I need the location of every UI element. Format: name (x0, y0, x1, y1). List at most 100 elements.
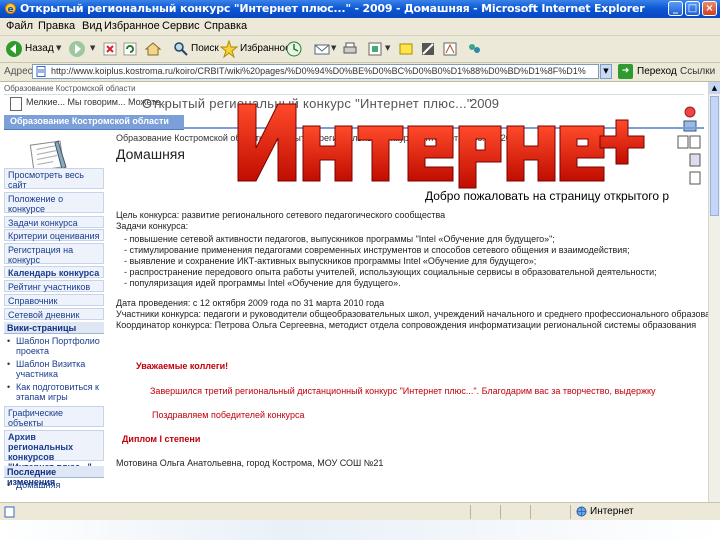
nav-recent-changes-heading[interactable]: Последние изменения (4, 466, 104, 487)
nav-wiki-prepare-stages[interactable]: Как подготовиться к этапам игры (4, 382, 116, 404)
top-nav-divider (184, 127, 704, 129)
menu-bar: Файл Правка Вид Избранное Сервис Справка (0, 18, 720, 36)
internet-zone-globe-icon (576, 506, 587, 517)
address-input[interactable]: http://www.koiplus.kostroma.ru/koiro/CRB… (32, 64, 599, 79)
toolbar: Назад ▼ ▼ Поиск Избранное ▼ ▼ (0, 36, 720, 63)
search-button-label[interactable]: Поиск (191, 43, 219, 54)
address-bar: Адрес: http://www.koiplus.kostroma.ru/ko… (0, 63, 720, 82)
menu-favorites[interactable]: Избранное (104, 20, 160, 32)
nav-wiki-portfolio-template[interactable]: Шаблон Портфолио проекта (4, 336, 116, 358)
contest-dates: Дата проведения: с 12 октября 2009 года … (116, 298, 385, 308)
forward-arrow-icon[interactable] (68, 40, 86, 58)
nav-network-diary[interactable]: Сетевой дневник (4, 308, 104, 320)
research-icon[interactable] (442, 40, 458, 58)
nav-recent-home[interactable]: Домашняя (4, 480, 116, 492)
nav-contest-regulations[interactable]: Положение о конкурсе (4, 192, 104, 214)
nav-graphic-objects[interactable]: Графические объекты (4, 406, 104, 428)
messenger-icon[interactable] (420, 40, 436, 58)
task-item: - выявление и сохранение ИКТ-активных вы… (124, 256, 537, 266)
discuss-icon[interactable] (398, 40, 414, 58)
top-nav-home-link[interactable]: Образование Костромской области (10, 116, 169, 126)
nav-registration[interactable]: Регистрация на конкурс (4, 243, 104, 265)
contest-coordinator: Координатор конкурса: Петрова Ольга Серг… (116, 320, 697, 330)
back-arrow-icon[interactable] (5, 40, 23, 58)
close-button[interactable]: × (702, 1, 717, 16)
nav-contest-tasks[interactable]: Задачи конкурса (4, 216, 104, 228)
nav-wiki-pages-heading[interactable]: Вики-страницы (4, 322, 104, 334)
task-item: - стимулирование применения педагогами с… (124, 245, 630, 255)
favorites-button-label[interactable]: Избранное (240, 43, 291, 54)
nav-participants-rating[interactable]: Рейтинг участников (4, 280, 104, 292)
menu-file[interactable]: Файл (6, 20, 33, 32)
left-navigation: Просмотреть весь сайт Положение о конкур… (4, 168, 104, 502)
page-done-icon (4, 506, 15, 518)
edit-dropdown-icon[interactable]: ▼ (385, 44, 390, 52)
status-bar: Интернет (0, 502, 720, 521)
vertical-scrollbar[interactable]: ▲ (708, 82, 720, 502)
favorites-star-icon[interactable] (220, 40, 238, 58)
page-content: Образование Костромской области Мелкие..… (0, 82, 708, 502)
links-label[interactable]: Ссылки (680, 66, 715, 77)
contest-participants: Участники конкурса: педагоги и руководит… (116, 309, 708, 319)
document-icon (10, 97, 22, 111)
address-dropdown-icon[interactable]: ▼ (600, 64, 612, 79)
back-button-label[interactable]: Назад (25, 43, 54, 54)
edit-page-icon[interactable] (367, 40, 383, 58)
mail-dropdown-icon[interactable]: ▼ (331, 44, 336, 52)
scroll-thumb[interactable] (710, 96, 719, 216)
browser-window: e Открытый региональный конкурс "Интерне… (0, 0, 720, 540)
refresh-icon[interactable] (122, 40, 138, 58)
breadcrumb[interactable]: Образование Костромской области > Открыт… (116, 133, 521, 143)
task-item: - популяризация идей программы Intel «Об… (124, 278, 401, 288)
task-item: - повышение сетевой активности педагогов… (124, 234, 555, 244)
go-arrow-icon[interactable]: ➜ (618, 64, 633, 79)
minimize-button[interactable]: _ (668, 1, 683, 16)
nav-wiki-card-template[interactable]: Шаблон Визитка участника (4, 359, 116, 381)
nav-view-all-site[interactable]: Просмотреть весь сайт (4, 168, 104, 190)
go-button-label[interactable]: Переход (637, 66, 677, 77)
top-nav-bar[interactable]: Образование Костромской области (4, 115, 184, 130)
scroll-up-icon[interactable]: ▲ (709, 82, 720, 94)
winner-line: Мотовина Ольга Анатольевна, город Костро… (116, 458, 384, 468)
dear-colleagues: Уважаемые коллеги! (136, 361, 229, 371)
menu-tools[interactable]: Сервис (162, 20, 200, 32)
status-divider (530, 505, 531, 519)
menu-view[interactable]: Вид (82, 20, 102, 32)
nav-contest-calendar[interactable]: Календарь конкурса (4, 266, 104, 278)
site-header-title: Открытый региональный конкурс "Интернет … (142, 96, 472, 111)
security-zone-label: Интернет (590, 506, 634, 517)
slide-bottom-strip (0, 520, 720, 540)
mail-icon[interactable] (313, 40, 331, 58)
menu-edit[interactable]: Правка (38, 20, 75, 32)
status-divider (500, 505, 501, 519)
help-icon[interactable] (680, 104, 700, 134)
contest-goal: Цель конкурса: развитие регионального се… (116, 210, 446, 220)
site-strip[interactable]: Образование Костромской области (4, 84, 704, 95)
task-item: - распространение передового опыта работ… (124, 267, 657, 277)
page-title: Домашняя (116, 146, 185, 162)
search-icon[interactable] (173, 40, 189, 58)
print-icon[interactable] (341, 40, 359, 58)
nav-contest-archive[interactable]: Архив региональных конкурсов "Интернет п… (4, 430, 104, 472)
contest-finished-note: Завершился третий региональный дистанцио… (150, 386, 656, 396)
status-divider (470, 505, 471, 519)
maximize-button[interactable]: □ (685, 1, 700, 16)
welcome-text: Добро пожаловать на страницу открытого р (425, 189, 670, 203)
forward-dropdown-icon[interactable]: ▼ (90, 44, 95, 52)
home-icon[interactable] (144, 40, 162, 58)
page-icon (36, 66, 46, 77)
title-bar: e Открытый региональный конкурс "Интерне… (0, 0, 720, 18)
contest-tasks-heading: Задачи конкурса: (116, 221, 189, 231)
nav-evaluation-criteria[interactable]: Критерии оценивания (4, 229, 104, 241)
stop-icon[interactable] (102, 40, 118, 58)
history-icon[interactable] (285, 40, 303, 58)
diploma-heading: Диплом I степени (122, 434, 201, 444)
congratulations: Поздравляем победителей конкурса (152, 410, 305, 420)
back-dropdown-icon[interactable]: ▼ (56, 44, 61, 52)
nav-reference[interactable]: Справочник (4, 294, 104, 306)
menu-help[interactable]: Справка (204, 20, 247, 32)
users-icon[interactable] (466, 40, 482, 58)
page-tools-icon[interactable] (674, 134, 702, 194)
address-url[interactable]: http://www.koiplus.kostroma.ru/koiro/CRB… (51, 66, 586, 76)
window-title: Открытый региональный конкурс "Интернет … (20, 2, 645, 15)
